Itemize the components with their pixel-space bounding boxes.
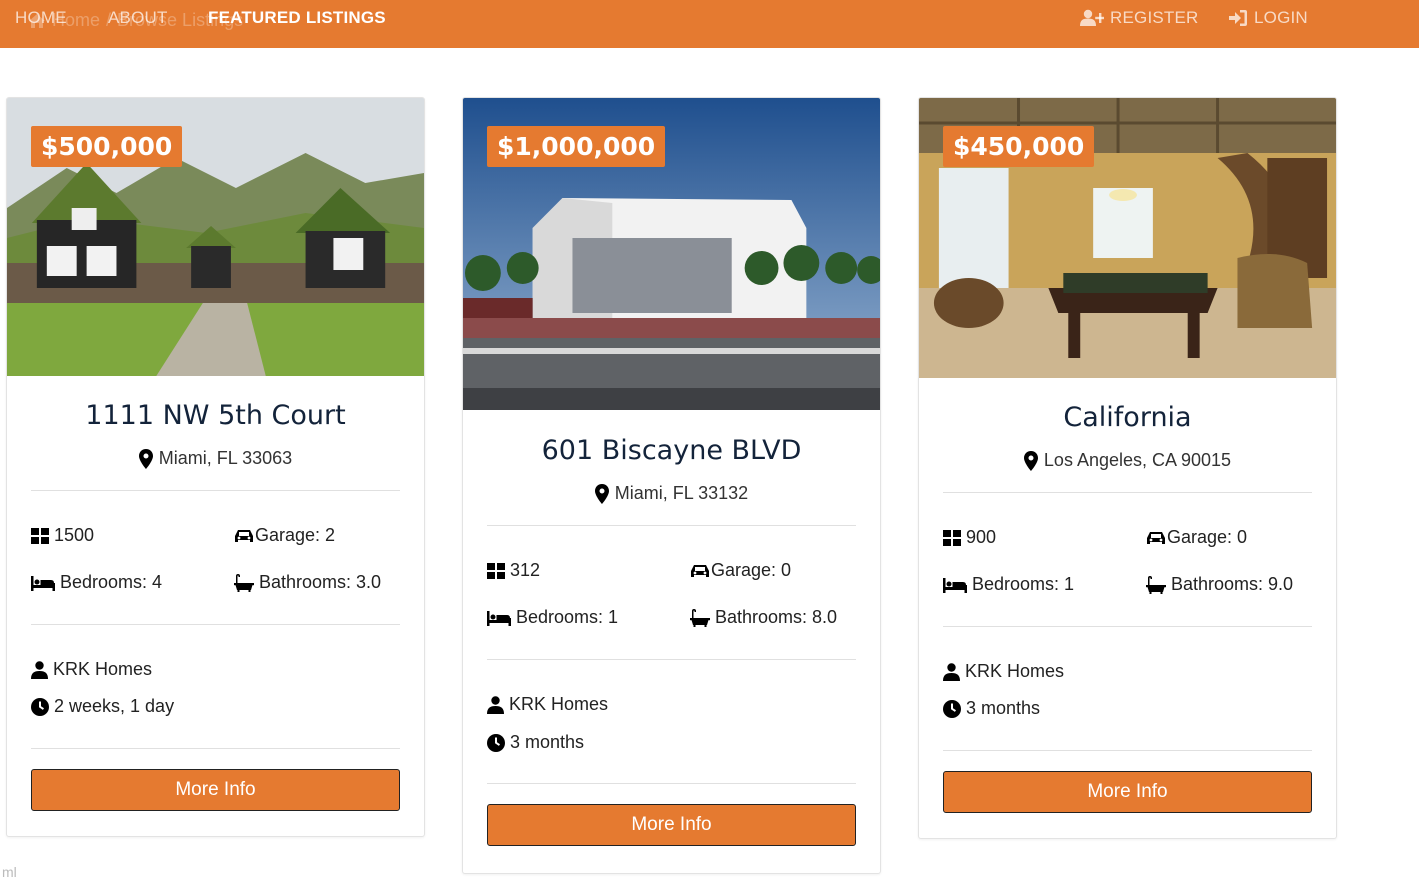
garage-text: Garage: 2: [255, 525, 336, 545]
nav-home-link[interactable]: HOME: [15, 8, 67, 28]
divider: [31, 490, 400, 491]
map-marker-icon: [138, 448, 153, 469]
feature-bathrooms: Bathrooms: 8.0: [690, 607, 837, 628]
garage-text: Garage: 0: [711, 560, 792, 580]
price-badge: $500,000: [31, 126, 183, 167]
bedrooms-text: Bedrooms: 1: [972, 574, 1075, 594]
th-large-icon: [487, 562, 505, 579]
listed-date-text: 2 weeks, 1 day: [54, 696, 175, 716]
feature-garage: Garage: 2: [234, 525, 335, 546]
feature-bedrooms: Bedrooms: 4: [31, 572, 162, 593]
car-icon: [235, 529, 253, 542]
car-icon: [691, 564, 709, 577]
listing-location: Los Angeles, CA 90015: [919, 450, 1336, 471]
divider: [487, 525, 856, 526]
bathrooms-text: Bathrooms: 8.0: [715, 607, 838, 627]
listing-card: $500,000 1111 NW 5th Court Miami, FL 330…: [6, 97, 425, 837]
th-large-icon: [943, 529, 961, 546]
clock-icon: [31, 697, 49, 716]
divider: [943, 626, 1312, 627]
bath-icon: [1146, 575, 1166, 594]
realtor-name: KRK Homes: [965, 661, 1065, 681]
listing-card: $1,000,000 601 Biscayne BLVD Miami, FL 3…: [462, 97, 881, 874]
listing-photo[interactable]: $450,000: [919, 98, 1336, 378]
feature-bedrooms: Bedrooms: 1: [487, 607, 618, 628]
realtor-row: KRK Homes: [487, 694, 608, 715]
user-plus-icon: [1080, 9, 1104, 26]
bed-icon: [487, 610, 511, 626]
register-label: REGISTER: [1110, 8, 1199, 27]
feature-garage: Garage: 0: [690, 560, 791, 581]
listed-date-row: 2 weeks, 1 day: [31, 696, 174, 717]
th-large-icon: [31, 527, 49, 544]
bed-icon: [943, 577, 967, 593]
bedrooms-text: Bedrooms: 4: [60, 572, 163, 592]
more-info-button[interactable]: More Info: [487, 804, 856, 846]
listed-date-text: 3 months: [966, 698, 1041, 718]
listing-location: Miami, FL 33063: [7, 448, 424, 469]
feature-sqft: 900: [943, 527, 996, 548]
location-text: Los Angeles, CA 90015: [1043, 450, 1232, 470]
clock-icon: [487, 733, 505, 752]
feature-bathrooms: Bathrooms: 3.0: [234, 572, 381, 593]
price-badge: $450,000: [943, 126, 1095, 167]
realtor-row: KRK Homes: [943, 661, 1064, 682]
divider: [487, 783, 856, 784]
listing-photo[interactable]: $500,000: [7, 98, 424, 376]
listing-card: $450,000 California Los Angeles, CA 9001…: [918, 97, 1337, 839]
realtor-name: KRK Homes: [53, 659, 153, 679]
car-icon: [1147, 531, 1165, 544]
divider: [943, 750, 1312, 751]
user-icon: [487, 695, 504, 714]
nav-featured-listings-link[interactable]: FEATURED LISTINGS: [208, 8, 386, 28]
listed-date-row: 3 months: [943, 698, 1040, 719]
listing-title: California: [1063, 402, 1192, 433]
bath-icon: [234, 573, 254, 592]
listing-location: Miami, FL 33132: [463, 483, 880, 504]
map-marker-icon: [1023, 450, 1038, 471]
sqft-text: 1500: [54, 525, 95, 545]
divider: [943, 492, 1312, 493]
divider: [487, 659, 856, 660]
bathrooms-text: Bathrooms: 3.0: [259, 572, 382, 592]
realtor-row: KRK Homes: [31, 659, 152, 680]
feature-sqft: 312: [487, 560, 540, 581]
feature-garage: Garage: 0: [1146, 527, 1247, 548]
sign-in-icon: [1229, 10, 1247, 26]
divider: [31, 624, 400, 625]
listing-photo[interactable]: $1,000,000: [463, 98, 880, 410]
bed-icon: [31, 575, 55, 591]
location-text: Miami, FL 33063: [158, 448, 293, 468]
clock-icon: [943, 699, 961, 718]
price-badge: $1,000,000: [487, 126, 666, 167]
location-text: Miami, FL 33132: [614, 483, 749, 503]
realtor-name: KRK Homes: [509, 694, 609, 714]
footer-fragment: ml: [2, 864, 17, 880]
login-label: LOGIN: [1254, 8, 1308, 27]
feature-bathrooms: Bathrooms: 9.0: [1146, 574, 1293, 595]
user-icon: [943, 662, 960, 681]
bathrooms-text: Bathrooms: 9.0: [1171, 574, 1294, 594]
sqft-text: 900: [966, 527, 997, 547]
top-navbar: Home / Browse Listings HOME ABOUT FEATUR…: [0, 0, 1419, 48]
divider: [31, 748, 400, 749]
feature-sqft: 1500: [31, 525, 94, 546]
more-info-button[interactable]: More Info: [943, 771, 1312, 813]
listed-date-row: 3 months: [487, 732, 584, 753]
nav-about-link[interactable]: ABOUT: [108, 8, 168, 28]
listing-title: 1111 NW 5th Court: [85, 400, 346, 431]
more-info-button[interactable]: More Info: [31, 769, 400, 811]
feature-bedrooms: Bedrooms: 1: [943, 574, 1074, 595]
nav-register-link[interactable]: REGISTER: [1080, 8, 1199, 28]
map-marker-icon: [594, 483, 609, 504]
sqft-text: 312: [510, 560, 541, 580]
bedrooms-text: Bedrooms: 1: [516, 607, 619, 627]
nav-login-link[interactable]: LOGIN: [1228, 8, 1308, 28]
bath-icon: [690, 608, 710, 627]
garage-text: Garage: 0: [1167, 527, 1248, 547]
listed-date-text: 3 months: [510, 732, 585, 752]
listing-title: 601 Biscayne BLVD: [541, 435, 802, 466]
user-icon: [31, 660, 48, 679]
